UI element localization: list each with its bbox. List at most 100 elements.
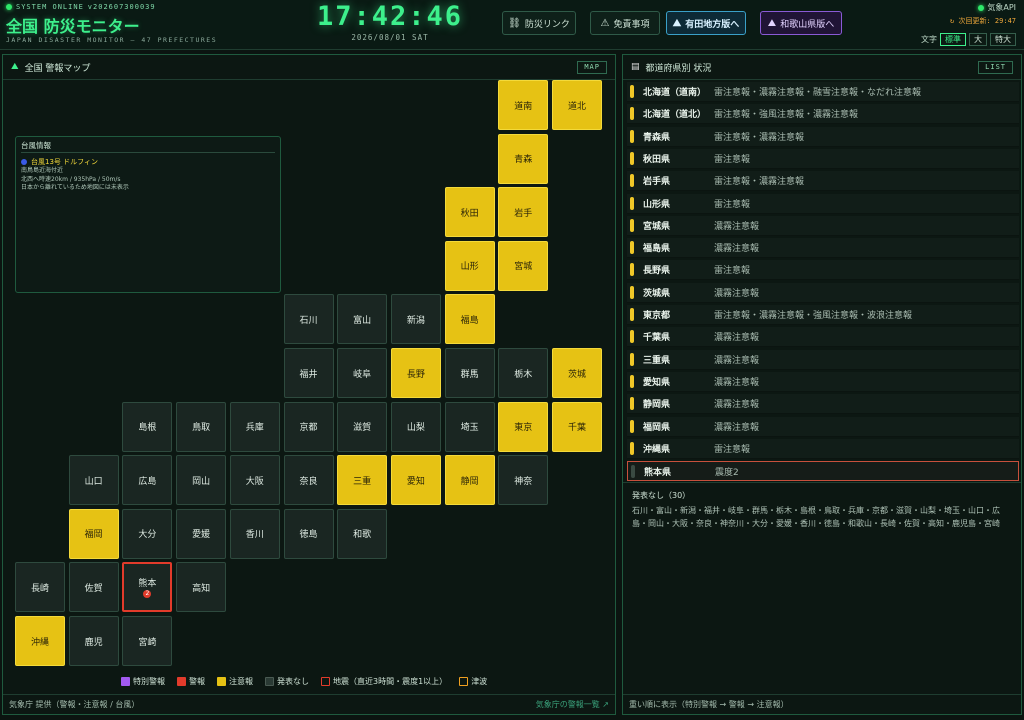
disaster-link-button[interactable]: ⛓ 防災リンク [502,11,576,35]
prefecture-tile[interactable]: 岡山 [176,455,227,506]
font-size-selector: 文字 標準 大 特大 [921,33,1016,46]
prefecture-tile-label: 徳島 [299,530,318,541]
legend-item: 津波 [459,676,487,687]
font-size-xlarge-button[interactable]: 特大 [990,33,1016,46]
prefecture-tile[interactable]: 静岡 [444,455,495,506]
list-item[interactable]: 千葉県 濃霧注意報 [627,327,1019,348]
prefecture-tile-label: 静岡 [460,476,479,487]
list-item[interactable]: 福島県 濃霧注意報 [627,238,1019,259]
font-size-standard-button[interactable]: 標準 [940,33,966,46]
list-item[interactable]: 宮城県 濃霧注意報 [627,215,1019,236]
prefecture-name: 福島県 [643,244,671,255]
prefecture-tile[interactable]: 佐賀 [68,562,119,613]
list-item[interactable]: 秋田県 雷注意報 [627,148,1019,169]
list-item[interactable]: 静岡県 濃霧注意報 [627,394,1019,415]
status-bar-icon [630,218,634,232]
prefecture-tile[interactable]: 長崎 [15,562,65,613]
prefecture-tile[interactable]: 滋賀 [337,401,388,452]
prefecture-tile[interactable]: 福岡 [68,508,119,559]
list-item[interactable]: 三重県 濃霧注意報 [627,349,1019,370]
prefecture-tile[interactable]: 福島 [444,294,495,345]
prefecture-tile[interactable]: 鹿児 [68,616,119,666]
status-bar-icon [631,464,635,478]
prefecture-tile[interactable]: 埼玉 [444,401,495,452]
list-item[interactable]: 福岡県 濃霧注意報 [627,416,1019,437]
prefecture-tile[interactable]: 広島 [122,455,173,506]
jma-warning-list-link[interactable]: 気象庁の警報一覧 ↗ [536,699,609,710]
prefecture-tile[interactable]: 青森 [498,133,549,184]
prefecture-tile[interactable]: 道南 [498,80,549,130]
prefecture-tile[interactable]: 沖縄 [15,616,65,666]
prefecture-tile-label: 佐賀 [84,583,103,594]
list-item[interactable]: 長野県 雷注意報 [627,260,1019,281]
wakayama-edition-button[interactable]: ⛰ 和歌山県版へ [760,11,842,35]
prefecture-name: 愛知県 [643,377,671,388]
prefecture-tile[interactable]: 三重 [337,455,388,506]
disclaimer-button[interactable]: ⚠ 免責事項 [590,11,660,35]
list-item[interactable]: 沖縄県 雷注意報 [627,438,1019,459]
list-item[interactable]: 熊本県 震度2 [627,461,1019,482]
font-size-large-button[interactable]: 大 [969,33,987,46]
prefecture-tile[interactable]: 富山 [337,294,388,345]
legend-swatch-icon [459,677,469,686]
list-item[interactable]: 東京都 雷注意報・濃霧注意報・強風注意報・波浪注意報 [627,305,1019,325]
prefecture-tile[interactable]: 山形 [444,240,495,291]
refresh-icon: ↻ [950,17,955,25]
prefecture-tile[interactable]: 香川 [229,508,280,559]
prefecture-tile[interactable]: 群馬 [444,348,495,398]
prefecture-name: 青森県 [643,132,671,143]
prefecture-tile-label: 愛媛 [192,530,211,541]
prefecture-tile[interactable]: 愛知 [390,455,441,506]
list-item[interactable]: 山形県 雷注意報 [627,193,1019,214]
legend-label: 津波 [471,677,488,686]
status-bar-icon [630,441,634,455]
typhoon-movement: 北西へ時速20km / 935hPa / 50m/s [21,175,121,183]
prefecture-tile[interactable]: 道北 [552,80,602,130]
arita-edition-button[interactable]: ⛰ 有田地方版へ [666,11,746,35]
list-item[interactable]: 愛知県 濃霧注意報 [627,371,1019,392]
list-item[interactable]: 岩手県 雷注意報・濃霧注意報 [627,171,1019,192]
prefecture-name: 北海道（道南） [643,88,707,98]
list-item[interactable]: 青森県 雷注意報・濃霧注意報 [627,126,1019,147]
prefecture-tile[interactable]: 熊本 2 [122,562,173,613]
prefecture-tile[interactable]: 千葉 [552,401,602,452]
prefecture-tile[interactable]: 島根 [122,401,173,452]
prefecture-tile[interactable]: 秋田 [444,187,495,238]
prefecture-tile-label: 埼玉 [460,423,479,434]
prefecture-tile[interactable]: 徳島 [283,508,334,559]
prefecture-tile-label: 兵庫 [245,423,264,434]
prefecture-tile[interactable]: 山梨 [390,401,441,452]
prefecture-tile[interactable]: 高知 [176,562,227,613]
prefecture-tile[interactable]: 兵庫 [229,401,280,452]
prefecture-tile[interactable]: 長野 [390,348,441,398]
prefecture-tile[interactable]: 東京 [498,401,549,452]
prefecture-tile[interactable]: 鳥取 [176,401,227,452]
map-icon: ⛰ [767,17,777,29]
prefecture-tile[interactable]: 石川 [283,294,334,345]
prefecture-tile[interactable]: 栃木 [498,348,549,398]
prefecture-name: 北海道（道北） [643,110,707,121]
prefecture-tile[interactable]: 山口 [68,455,119,506]
prefecture-tile-label: 秋田 [460,208,479,219]
typhoon-icon [21,159,27,165]
prefecture-tile[interactable]: 大阪 [229,455,280,506]
list-item[interactable]: 茨城県 濃霧注意報 [627,282,1019,303]
prefecture-tile[interactable]: 愛媛 [176,508,227,559]
prefecture-tile[interactable]: 奈良 [283,455,334,506]
prefecture-tile[interactable]: 京都 [283,401,334,452]
list-item[interactable]: 北海道（道南） 雷注意報・濃霧注意報・融雪注意報・なだれ注意報 [627,82,1019,102]
prefecture-tile[interactable]: 岐阜 [337,348,388,398]
prefecture-tile[interactable]: 和歌 [337,508,388,559]
prefecture-tile[interactable]: 大分 [122,508,173,559]
app-header: SYSTEM ONLINE v20260730003​9 全国 防災モニター J… [0,0,1024,50]
prefecture-tile-label: 福岡 [84,530,103,541]
prefecture-tile[interactable]: 茨城 [552,348,602,398]
prefecture-tile[interactable]: 宮崎 [122,616,173,666]
prefecture-tile[interactable]: 新潟 [390,294,441,345]
prefecture-tile[interactable]: 福井 [283,348,334,398]
legend-label: 地震（直近3時間・震度1以上） [333,677,448,686]
prefecture-tile[interactable]: 宮城 [498,240,549,291]
list-item[interactable]: 北海道（道北） 雷注意報・強風注意報・濃霧注意報 [627,104,1019,125]
prefecture-tile[interactable]: 神奈 [498,455,549,506]
prefecture-tile[interactable]: 岩手 [498,187,549,238]
